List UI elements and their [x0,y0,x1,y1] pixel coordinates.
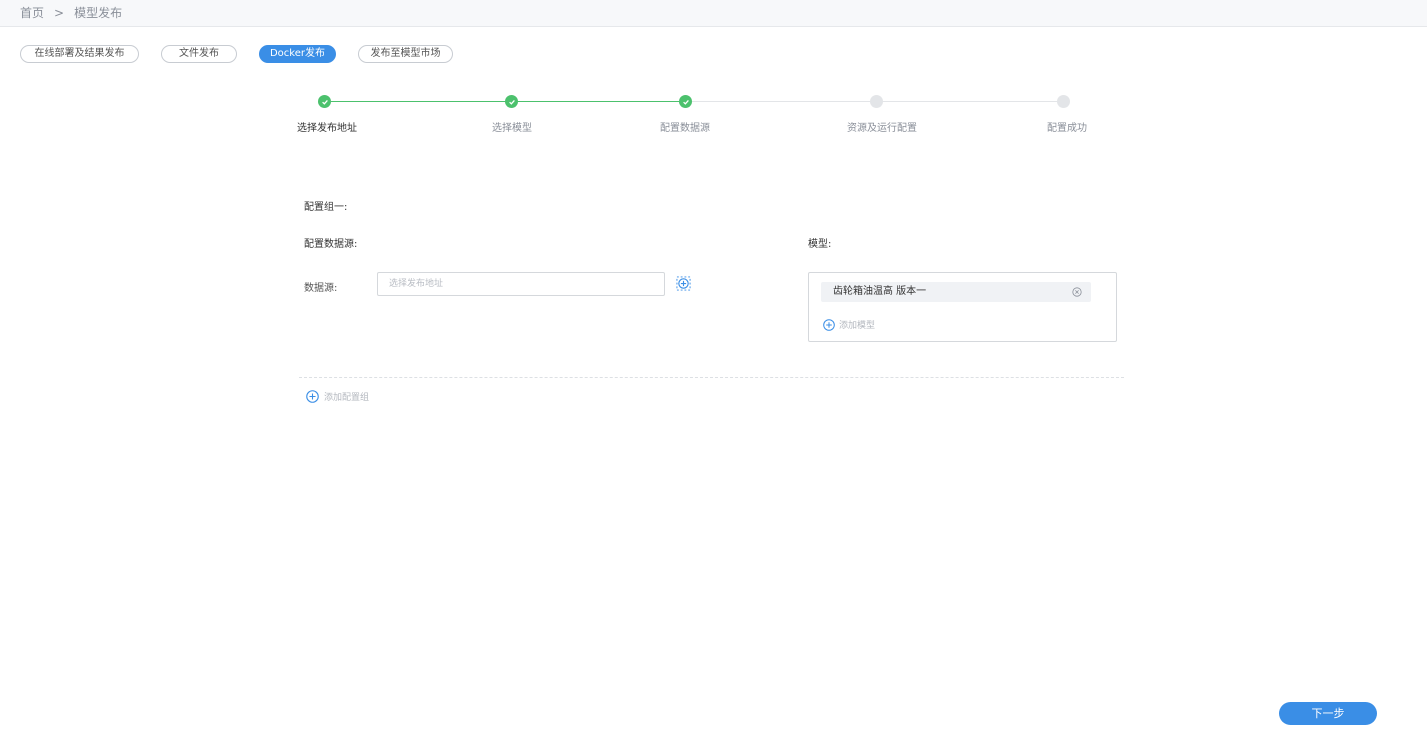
breadcrumb-separator: > [54,5,65,20]
step-2-label: 选择模型 [492,123,532,134]
step-2-dot [505,95,518,108]
config-group-title: 配置组一: [304,202,348,213]
model-box: 齿轮箱油温高 版本一 添加模型 [808,272,1117,342]
publish-tabs: 在线部署及结果发布 文件发布 Docker发布 发布至模型市场 [20,45,475,63]
datasource-input[interactable] [377,272,665,296]
check-icon [321,99,328,105]
datasource-label: 数据源: [304,283,338,294]
step-5-dot [1057,95,1070,108]
divider [299,377,1124,378]
plus-circle-icon [823,318,835,331]
progress-steps: 选择发布地址 选择模型 配置数据源 资源及运行配置 配置成功 [270,90,1170,140]
target-icon[interactable] [676,276,691,291]
add-config-group-label: 添加配置组 [324,393,370,403]
step-4-label: 资源及运行配置 [847,123,917,134]
add-model-label: 添加模型 [839,321,876,331]
step-4-dot [870,95,883,108]
model-chip: 齿轮箱油温高 版本一 [821,282,1091,302]
tab-file-publish[interactable]: 文件发布 [161,45,237,63]
plus-circle-icon [306,390,319,403]
breadcrumb: 首页 > 模型发布 [20,4,122,21]
step-5-label: 配置成功 [1047,123,1087,134]
tab-docker-publish[interactable]: Docker发布 [259,45,336,63]
step-1-dot [318,95,331,108]
datasource-section-title: 配置数据源: [304,239,358,250]
check-icon [682,99,689,105]
model-section-title: 模型: [808,239,832,250]
step-1-label: 选择发布地址 [297,123,357,134]
next-step-button[interactable]: 下一步 [1279,702,1377,725]
top-bar: 首页 > 模型发布 [0,0,1427,27]
check-icon [508,99,515,105]
model-chip-label: 齿轮箱油温高 版本一 [833,286,927,297]
step-3-dot [679,95,692,108]
breadcrumb-home[interactable]: 首页 [20,4,44,21]
add-model-button[interactable]: 添加模型 [823,318,875,331]
close-circle-icon[interactable] [1072,287,1082,297]
breadcrumb-current: 模型发布 [74,6,123,20]
tab-online-deploy[interactable]: 在线部署及结果发布 [20,45,139,63]
tab-model-market[interactable]: 发布至模型市场 [358,45,453,63]
step-3-label: 配置数据源 [660,123,710,134]
add-config-group-button[interactable]: 添加配置组 [306,390,369,403]
